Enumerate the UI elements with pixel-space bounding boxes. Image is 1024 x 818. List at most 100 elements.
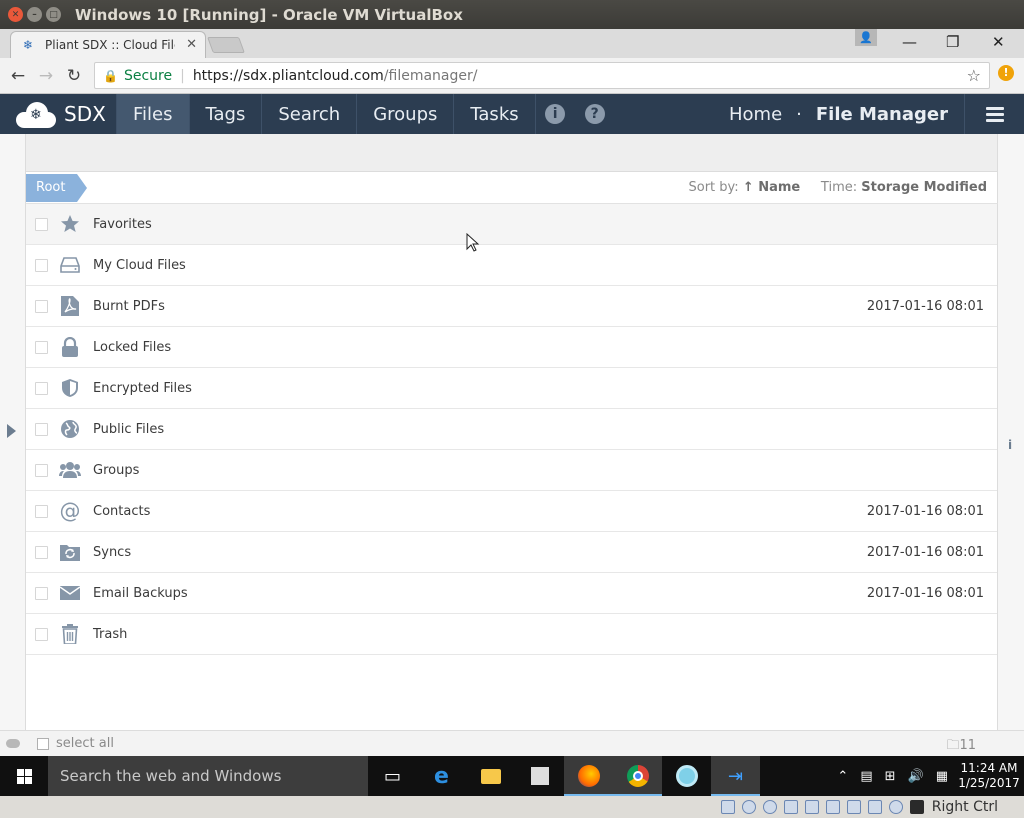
window-restore-button[interactable]: ❐ <box>946 33 959 51</box>
task-view-icon: ▭ <box>383 765 401 787</box>
select-all-checkbox[interactable] <box>37 737 49 750</box>
vbox-minimize-button[interactable]: – <box>27 7 42 22</box>
taskbar-search[interactable]: Search the web and Windows <box>48 756 368 796</box>
edge-button[interactable]: e <box>417 756 466 796</box>
start-button[interactable] <box>0 756 48 796</box>
chrome-button[interactable] <box>613 756 662 796</box>
item-name: Locked Files <box>93 339 172 355</box>
network-adapter-icon[interactable] <box>846 800 861 814</box>
item-date: 2017-01-16 08:01 <box>866 585 984 601</box>
vbox-maximize-button[interactable]: □ <box>46 7 61 22</box>
window-close-button[interactable]: ✕ <box>992 33 1005 51</box>
list-item[interactable]: Groups <box>26 450 997 491</box>
display-icon[interactable] <box>825 800 840 814</box>
row-checkbox[interactable] <box>35 258 48 272</box>
profile-icon[interactable]: 👤 <box>855 29 877 46</box>
shared-folder-icon[interactable] <box>804 800 819 814</box>
new-tab-button[interactable] <box>207 37 245 53</box>
info-panel-icon[interactable]: i <box>1008 438 1012 452</box>
address-bar[interactable]: 🔒 Secure | https://sdx.pliantcloud.com/f… <box>94 62 990 89</box>
nav-tags[interactable]: Tags <box>188 94 262 134</box>
browser-toolbar: ← → ↻ 🔒 Secure | https://sdx.pliantcloud… <box>0 58 1024 94</box>
list-item[interactable]: Locked Files <box>26 327 997 368</box>
nav-search[interactable]: Search <box>261 94 356 134</box>
row-checkbox[interactable] <box>35 627 48 641</box>
chevron-up-icon[interactable]: ⌃ <box>837 769 848 784</box>
back-arrow-icon[interactable]: ← <box>4 66 32 86</box>
nav-tasks[interactable]: Tasks <box>453 94 534 134</box>
hamburger-icon <box>985 104 1004 125</box>
firefox-button[interactable] <box>564 756 613 796</box>
mouse-integration-icon[interactable] <box>909 800 924 814</box>
reload-icon[interactable]: ↻ <box>60 66 88 86</box>
row-checkbox[interactable] <box>35 299 48 313</box>
nav-files[interactable]: Files <box>116 94 189 134</box>
printer-icon[interactable]: ▤ <box>860 769 872 784</box>
window-minimize-button[interactable]: — <box>902 33 917 51</box>
shield-icon <box>59 377 81 399</box>
list-item[interactable]: My Cloud Files <box>26 245 997 286</box>
info-button[interactable]: i <box>534 94 575 134</box>
nav-groups[interactable]: Groups <box>356 94 453 134</box>
root-breadcrumb[interactable]: Root <box>26 174 88 202</box>
notification-icon[interactable]: ▦ <box>936 769 948 784</box>
clock-date: 1/25/2017 <box>958 776 1020 790</box>
clock[interactable]: 11:24 AM 1/25/2017 <box>954 761 1024 791</box>
list-item[interactable]: Burnt PDFs 2017-01-16 08:01 <box>26 286 997 327</box>
sort-value[interactable]: ↑ Name <box>743 180 800 195</box>
folder-count-icon: 🗀 <box>946 738 960 753</box>
audio-icon[interactable] <box>762 800 777 814</box>
disc-app-button[interactable] <box>662 756 711 796</box>
file-list: Favorites My Cloud Files Burnt PDFs 2017… <box>25 204 998 655</box>
expand-panel-icon[interactable] <box>7 424 16 438</box>
list-item[interactable]: Favorites <box>26 204 997 245</box>
system-tray: ⌃ ▤ ⊞ 🔊 ▦ 11:24 AM 1/25/2017 <box>831 756 1024 796</box>
optical-drive-icon[interactable] <box>741 800 756 814</box>
list-item[interactable]: Trash <box>26 614 997 655</box>
item-name: Public Files <box>93 421 165 437</box>
list-item[interactable]: Encrypted Files <box>26 368 997 409</box>
sort-label: Sort by: <box>688 180 739 195</box>
vscode-button[interactable]: ⇥ <box>711 756 760 796</box>
list-item[interactable]: @ Contacts 2017-01-16 08:01 <box>26 491 997 532</box>
list-item[interactable]: Email Backups 2017-01-16 08:01 <box>26 573 997 614</box>
hdd-icon[interactable] <box>720 800 735 814</box>
menu-button[interactable] <box>964 94 1024 134</box>
file-footer: select all 🗀11 <box>0 730 1024 756</box>
explorer-button[interactable] <box>466 756 515 796</box>
video-capture-icon[interactable] <box>867 800 882 814</box>
chrome-icon <box>626 765 649 787</box>
url-separator: | <box>180 67 185 84</box>
time-value[interactable]: Storage Modified <box>861 180 987 195</box>
row-checkbox[interactable] <box>35 340 48 354</box>
browser-tab[interactable]: ❄ Pliant SDX :: Cloud File M ✕ <box>10 31 206 58</box>
row-checkbox[interactable] <box>35 381 48 395</box>
crumb-home[interactable]: Home <box>729 104 782 125</box>
list-item[interactable]: Syncs 2017-01-16 08:01 <box>26 532 997 573</box>
row-checkbox[interactable] <box>35 545 48 559</box>
cpu-icon[interactable] <box>888 800 903 814</box>
secure-label: Secure <box>123 67 173 84</box>
left-panel-collapsed <box>0 134 25 756</box>
vbox-close-button[interactable]: ✕ <box>8 7 23 22</box>
forward-arrow-icon[interactable]: → <box>32 66 60 86</box>
bookmark-star-icon[interactable]: ☆ <box>967 66 981 85</box>
row-checkbox[interactable] <box>35 586 48 600</box>
tab-close-icon[interactable]: ✕ <box>186 37 197 52</box>
row-checkbox[interactable] <box>35 422 48 436</box>
row-checkbox[interactable] <box>35 217 48 231</box>
select-all-label[interactable]: select all <box>56 736 114 751</box>
row-checkbox[interactable] <box>35 463 48 477</box>
store-button[interactable] <box>515 756 564 796</box>
usb-icon[interactable] <box>783 800 798 814</box>
brand-logo[interactable]: ❄ SDX <box>0 94 116 134</box>
alert-icon[interactable]: ! <box>998 65 1014 81</box>
brand-text: SDX <box>64 102 106 126</box>
list-item[interactable]: Public Files <box>26 409 997 450</box>
help-button[interactable]: ? <box>575 94 615 134</box>
task-view-button[interactable]: ▭ <box>368 756 417 796</box>
row-checkbox[interactable] <box>35 504 48 518</box>
network-icon[interactable]: ⊞ <box>885 769 896 784</box>
volume-icon[interactable]: 🔊 <box>908 769 924 784</box>
cloud-status-icon <box>6 739 20 748</box>
